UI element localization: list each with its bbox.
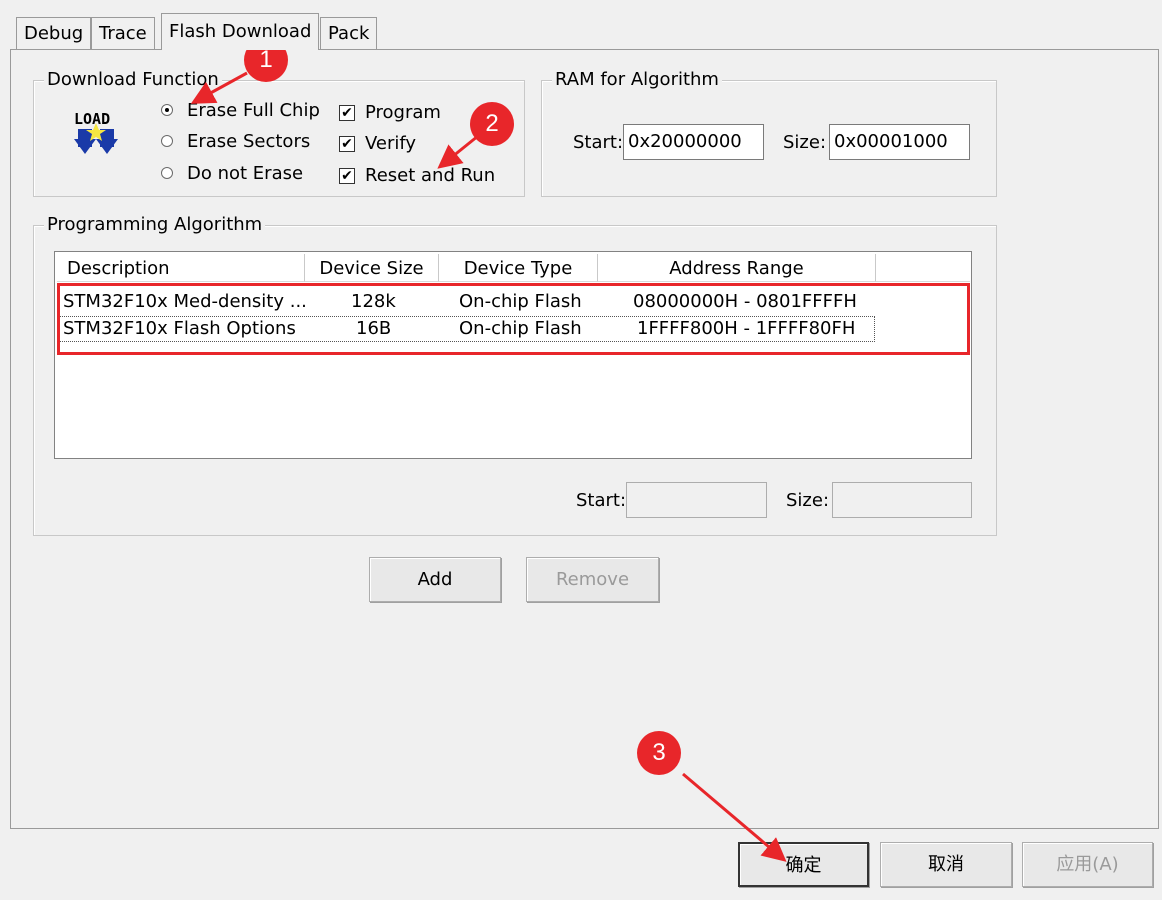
arrow-2-icon [437, 134, 479, 169]
tab-flash-download[interactable]: Flash Download [161, 13, 320, 50]
arrow-1-icon [190, 71, 248, 104]
annotation-arrows [190, 71, 787, 862]
annotation-badge-3: 3 [637, 731, 681, 775]
annotation-badge-2: 2 [470, 102, 514, 146]
arrow-3-icon [682, 772, 787, 862]
